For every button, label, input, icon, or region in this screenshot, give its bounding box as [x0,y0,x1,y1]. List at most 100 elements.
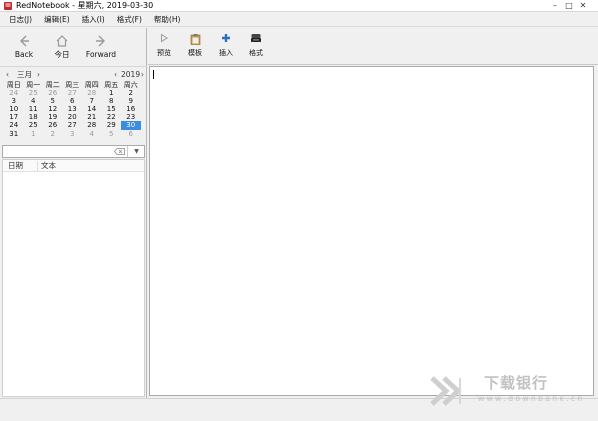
calendar-day[interactable]: 2 [121,89,141,97]
calendar-day[interactable]: 7 [82,97,102,105]
column-separator[interactable] [37,161,38,171]
calendar-day[interactable]: 28 [82,89,102,97]
calendar-day[interactable]: 9 [121,97,141,105]
calendar-day[interactable]: 6 [121,130,141,138]
watermark-text: 下载银行 [484,374,549,392]
calendar-grid: 周日 周一 周二 周三 周四 周五 周六 24 25 26 27 28 1 2 … [4,81,146,138]
forward-button[interactable]: Forward [79,34,123,62]
calendar-day[interactable]: 1 [24,130,44,138]
template-button[interactable]: 模板 [180,33,210,61]
list-header: 日期 文本 [3,160,144,172]
calendar-day[interactable]: 27 [63,121,83,129]
search-bar: ▼ [2,145,145,158]
preview-label: 预览 [157,49,171,57]
menu-edit[interactable]: 编辑(E) [38,13,76,27]
weekday-label: 周一 [26,81,41,89]
divider [0,66,147,67]
calendar-day[interactable]: 11 [24,105,44,113]
menu-bar: 日志(J) 编辑(E) 插入(I) 格式(F) 帮助(H) [0,13,598,27]
calendar-day[interactable]: 5 [102,130,122,138]
calendar-day[interactable]: 13 [63,105,83,113]
calendar-day[interactable]: 23 [121,113,141,121]
format-label: 格式 [249,49,263,57]
calendar-day[interactable]: 15 [102,105,122,113]
today-button[interactable]: 今日 [40,34,84,62]
calendar-day[interactable]: 17 [4,113,24,121]
calendar-day[interactable]: 25 [24,121,44,129]
calendar-day[interactable]: 4 [24,97,44,105]
calendar-day[interactable]: 3 [63,130,83,138]
prev-year-button[interactable]: ‹ [114,69,117,80]
calendar-day[interactable]: 4 [82,130,102,138]
calendar-week-row: 24 25 26 27 28 29 30 [4,121,146,130]
calendar-week-row: 3 4 5 6 7 8 9 [4,97,146,105]
column-header-text[interactable]: 文本 [41,160,56,172]
calendar-day[interactable]: 12 [43,105,63,113]
calendar-day[interactable]: 29 [102,121,122,129]
calendar-month: 三月 [17,70,32,79]
calendar-day[interactable]: 19 [43,113,63,121]
calendar-day[interactable]: 18 [24,113,44,121]
next-month-button[interactable]: › [37,69,40,80]
clear-icon[interactable] [113,148,125,155]
preview-button[interactable]: 预览 [149,33,179,61]
close-button[interactable]: ✕ [576,0,590,12]
home-icon [40,34,84,50]
calendar-day[interactable]: 26 [43,89,63,97]
calendar-day[interactable]: 24 [4,121,24,129]
menu-format[interactable]: 格式(F) [111,13,148,27]
rednotebook-app-icon [4,2,12,10]
weekday-label: 周六 [123,81,138,89]
dropdown-icon[interactable]: ▼ [127,146,145,157]
calendar-day[interactable]: 16 [121,105,141,113]
prev-month-button[interactable]: ‹ [6,69,9,80]
maximize-button[interactable]: □ [562,0,576,12]
watermark-url: w w w . d o w n b a n k . c n [478,394,583,403]
calendar-day[interactable]: 5 [43,97,63,105]
column-header-date[interactable]: 日期 [8,160,23,172]
minimize-button[interactable]: – [548,0,562,12]
insert-label: 插入 [219,49,233,57]
plus-icon [211,33,241,48]
text-cursor [153,70,154,79]
calendar-day[interactable]: 6 [63,97,83,105]
calendar-day[interactable]: 10 [4,105,24,113]
menu-insert[interactable]: 插入(I) [76,13,111,27]
calendar-year: 2019 [121,70,141,79]
weekday-label: 周五 [104,81,119,89]
menu-help[interactable]: 帮助(H) [148,13,187,27]
menu-journal[interactable]: 日志(J) [3,13,38,27]
calendar-day[interactable]: 14 [82,105,102,113]
calendar-day[interactable]: 2 [43,130,63,138]
calendar-day[interactable]: 26 [43,121,63,129]
insert-button[interactable]: 插入 [211,33,241,61]
calendar-day[interactable]: 31 [4,130,24,138]
calendar-day[interactable]: 22 [102,113,122,121]
editor-text-area[interactable] [149,66,594,396]
search-results-list[interactable]: 日期 文本 [2,159,145,397]
calendar-day[interactable]: 25 [24,89,44,97]
window-title: RedNotebook - 星期六, 2019-03-30 [16,1,154,10]
calendar-day[interactable]: 24 [4,89,24,97]
forward-label: Forward [85,50,117,59]
calendar-week-row: 10 11 12 13 14 15 16 [4,105,146,113]
calendar-week-row: 31 1 2 3 4 5 6 [4,130,146,138]
title-bar: RedNotebook - 星期六, 2019-03-30 – □ ✕ [0,0,598,12]
calendar-day[interactable]: 27 [63,89,83,97]
calendar-day[interactable]: 21 [82,113,102,121]
clipboard-icon [180,33,210,48]
next-year-button[interactable]: › [141,69,144,80]
format-button[interactable]: 格式 [241,33,271,61]
search-input[interactable] [3,146,113,157]
arrow-right-icon [79,34,123,50]
today-label: 今日 [54,50,70,59]
calendar-day[interactable]: 3 [4,97,24,105]
calendar-day[interactable]: 8 [102,97,122,105]
calendar-day[interactable]: 1 [102,89,122,97]
watermark: 下载银行 w w w . d o w n b a n k . c n [430,372,596,412]
weekday-label: 周日 [6,81,21,89]
calendar-day[interactable]: 28 [82,121,102,129]
play-icon [149,33,179,48]
calendar-day[interactable]: 20 [63,113,83,121]
calendar-day-selected[interactable]: 30 [121,121,141,130]
